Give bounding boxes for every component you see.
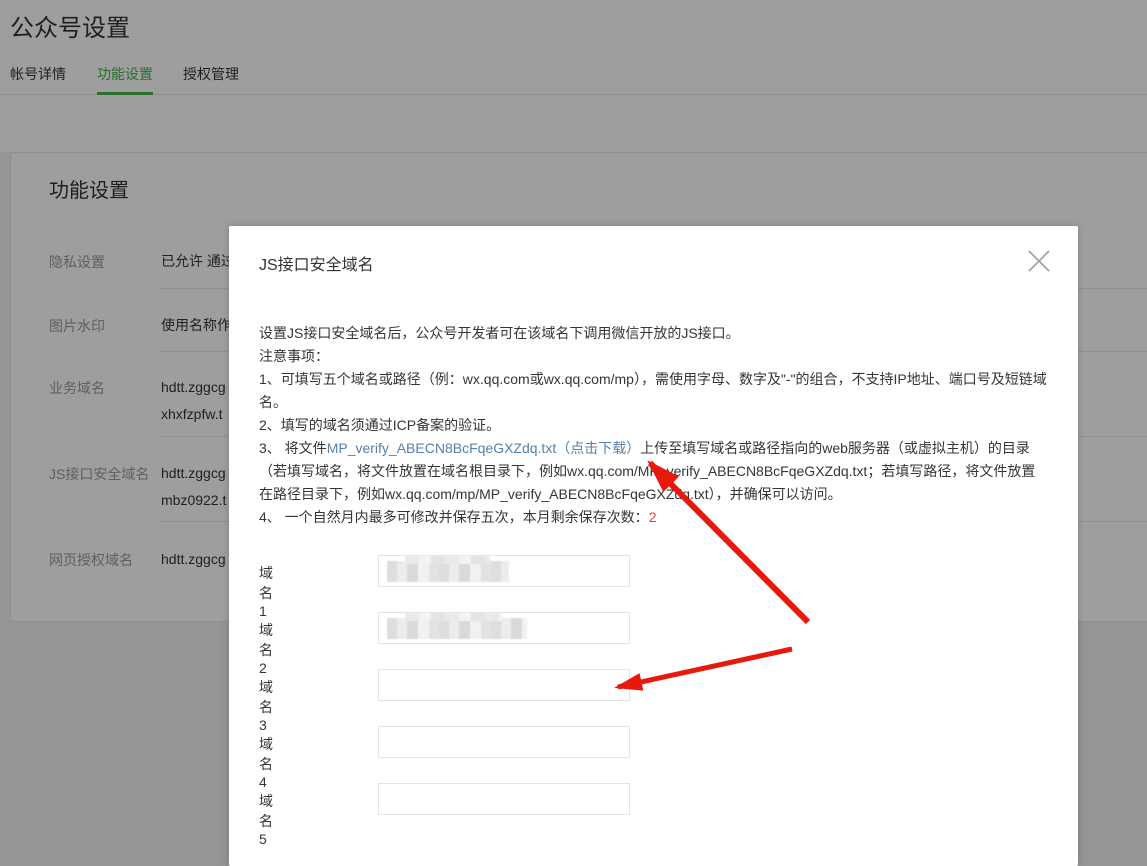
- dialog-title: JS接口安全域名: [259, 251, 374, 275]
- close-icon[interactable]: [1026, 248, 1052, 274]
- domain4-label: 域名4: [259, 734, 273, 790]
- redacted-value: [387, 561, 509, 582]
- note-4-prefix: 4、 一个自然月内最多可修改并保存五次，本月剩余保存次数：: [259, 509, 649, 525]
- notes-heading: 注意事项：: [259, 345, 1049, 368]
- note-4: 4、 一个自然月内最多可修改并保存五次，本月剩余保存次数：2: [259, 506, 1049, 529]
- note-3: 3、 将文件MP_verify_ABECN8BcFqeGXZdq.txt（点击下…: [259, 437, 1049, 506]
- domain3-input[interactable]: [378, 669, 630, 701]
- domain4-input[interactable]: [378, 726, 630, 758]
- domain1-input[interactable]: [378, 555, 630, 587]
- dialog-instructions: 设置JS接口安全域名后，公众号开发者可在该域名下调用微信开放的JS接口。 注意事…: [259, 322, 1049, 529]
- domain5-input[interactable]: [378, 783, 630, 815]
- note-1: 1、可填写五个域名或路径（例：wx.qq.com或wx.qq.com/mp），需…: [259, 368, 1049, 414]
- remaining-saves-count: 2: [649, 509, 657, 525]
- domain5-label: 域名5: [259, 791, 273, 847]
- redacted-value: [387, 618, 527, 639]
- js-domain-dialog: JS接口安全域名 设置JS接口安全域名后，公众号开发者可在该域名下调用微信开放的…: [229, 226, 1078, 866]
- domain2-label: 域名2: [259, 620, 273, 676]
- download-verify-file-link[interactable]: MP_verify_ABECN8BcFqeGXZdq.txt（点击下载）: [327, 440, 641, 456]
- screen: 公众号设置 帐号详情 功能设置 授权管理 功能设置 隐私设置 已允许 通过 图片…: [0, 0, 1147, 866]
- note-3-prefix: 3、 将文件: [259, 440, 327, 456]
- domain1-label: 域名1: [259, 563, 273, 619]
- intro-text: 设置JS接口安全域名后，公众号开发者可在该域名下调用微信开放的JS接口。: [259, 322, 1049, 345]
- note-2: 2、填写的域名须通过ICP备案的验证。: [259, 414, 1049, 437]
- domain2-input[interactable]: [378, 612, 630, 644]
- domain3-label: 域名3: [259, 677, 273, 733]
